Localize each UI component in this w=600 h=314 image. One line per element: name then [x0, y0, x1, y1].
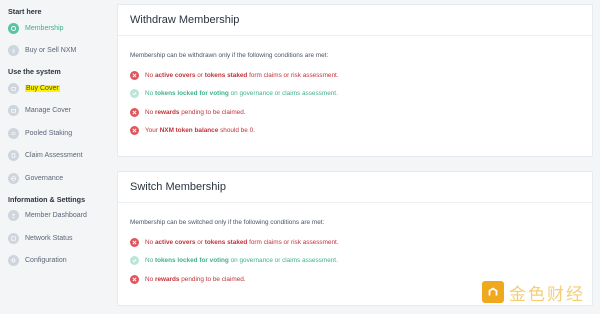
sidebar-item-label: Configuration — [25, 257, 67, 265]
close-icon — [130, 70, 139, 80]
sidebar-item-network-status[interactable]: Network Status — [0, 227, 100, 250]
watermark-text: 金色财经 — [509, 284, 585, 305]
check-icon — [130, 89, 139, 99]
sidebar-item-label: Claim Assessment — [25, 152, 83, 160]
sidebar-item-label: Manage Cover — [25, 107, 71, 115]
close-icon — [130, 274, 139, 284]
condition-item: No active covers or tokens staked form c… — [130, 233, 580, 252]
sidebar-item-buy-sell-nxm[interactable]: $ Buy or Sell NXM — [0, 40, 100, 63]
check-icon — [130, 256, 139, 266]
close-icon — [130, 237, 139, 247]
condition-item: No rewards pending to be claimed. — [130, 103, 580, 122]
globe-icon — [8, 172, 19, 184]
sidebar-item-configuration[interactable]: Configuration — [0, 250, 100, 273]
sidebar: Start here Membership $ Buy or Sell NXM … — [0, 0, 100, 314]
briefcase-icon — [8, 105, 19, 117]
conditions-intro: Membership can be withdrawn only if the … — [130, 52, 329, 59]
sidebar-item-claim-assessment[interactable]: Claim Assessment — [0, 145, 100, 168]
sidebar-item-membership[interactable]: Membership — [0, 17, 100, 40]
withdraw-membership-card: Withdraw Membership Membership can be wi… — [117, 4, 593, 157]
sidebar-item-label: Buy or Sell NXM — [25, 47, 77, 55]
condition-item: No tokens locked for voting on governanc… — [130, 252, 580, 271]
section-title-use-system: Use the system — [8, 67, 61, 76]
watermark-logo-icon — [482, 281, 504, 303]
sidebar-item-label: Pooled Staking — [25, 129, 73, 137]
condition-item: No tokens locked for voting on governanc… — [130, 85, 580, 104]
condition-item: No active covers or tokens staked form c… — [130, 66, 580, 85]
close-icon — [130, 107, 139, 117]
gear-icon — [8, 255, 19, 267]
sidebar-item-label: Buy Cover — [25, 84, 60, 92]
svg-text:$: $ — [12, 49, 15, 55]
network-icon — [8, 232, 19, 244]
sidebar-item-buy-cover[interactable]: Buy Cover — [0, 77, 100, 100]
close-icon — [130, 126, 139, 136]
section-title-info-settings: Information & Settings — [8, 194, 86, 204]
conditions-intro: Membership can be switched only if the f… — [130, 219, 325, 226]
stack-icon — [8, 127, 19, 139]
sidebar-item-label: Network Status — [25, 234, 73, 242]
sidebar-item-pooled-staking[interactable]: Pooled Staking — [0, 122, 100, 145]
sidebar-item-governance[interactable]: Governance — [0, 167, 100, 190]
sidebar-item-manage-cover[interactable]: Manage Cover — [0, 100, 100, 123]
shopping-bag-icon — [8, 82, 19, 94]
condition-item: Your NXM token balance should be 0. — [130, 122, 580, 141]
document-icon — [8, 150, 19, 162]
sidebar-item-label: Member Dashboard — [25, 212, 87, 220]
sidebar-item-member-dashboard[interactable]: Member Dashboard — [0, 205, 100, 228]
membership-icon — [8, 22, 19, 34]
card-title: Withdraw Membership — [118, 5, 592, 36]
sidebar-item-label: Membership — [25, 24, 64, 32]
token-icon: $ — [8, 45, 19, 57]
dashboard-icon — [8, 210, 19, 222]
watermark: 金色财经 — [482, 278, 585, 306]
section-title-start-here: Start here — [8, 7, 42, 16]
sidebar-item-label: Governance — [25, 174, 64, 182]
card-title: Switch Membership — [118, 172, 592, 203]
